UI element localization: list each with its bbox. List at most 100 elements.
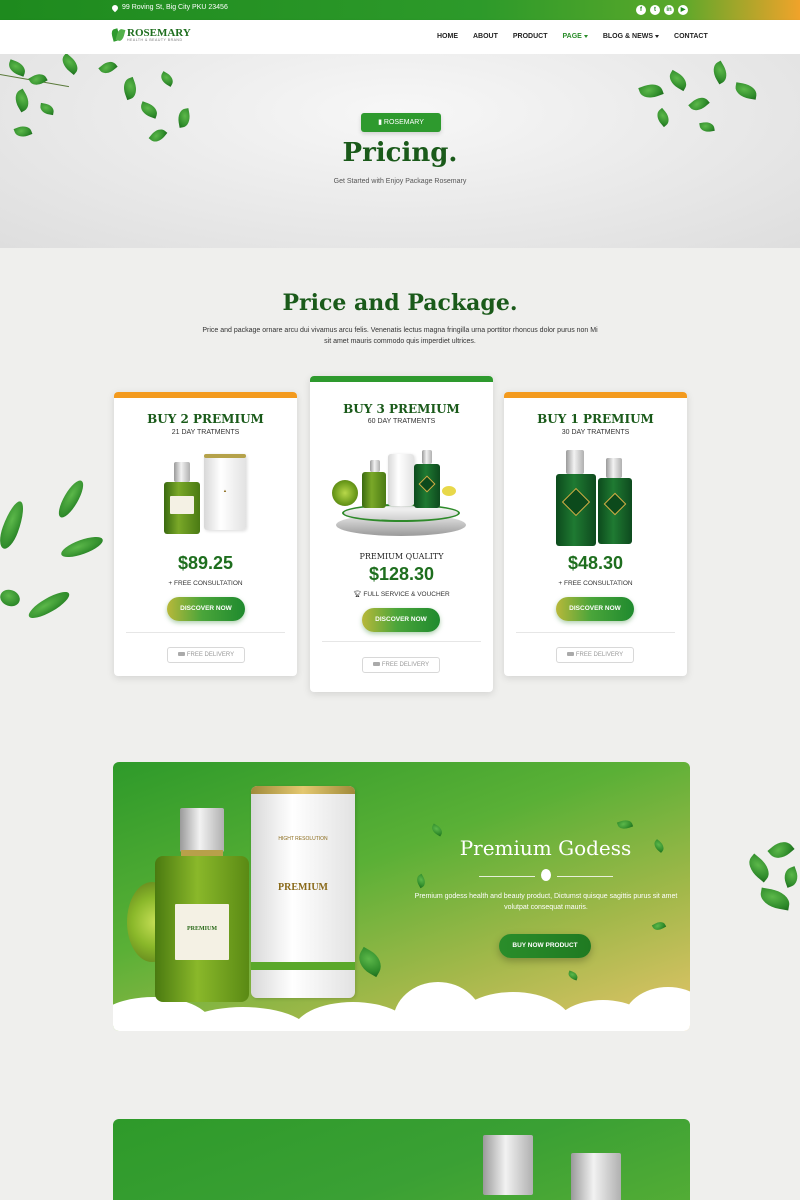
nav-item-page[interactable]: PAGE: [563, 33, 588, 40]
banner-title: Premium Godess: [459, 836, 632, 860]
plan-name: BUY 2 PREMIUM: [147, 412, 264, 426]
discover-now-button[interactable]: DISCOVER NOW: [556, 597, 634, 621]
lemon-slice: [442, 486, 456, 496]
leaf-decoration: [781, 866, 800, 888]
free-delivery-button[interactable]: FREE DELIVERY: [167, 647, 245, 663]
plan-price: $128.30: [368, 564, 435, 584]
leaf-decoration: [638, 80, 664, 102]
hero-badge: ▮ ROSEMARY: [361, 113, 441, 132]
nav-item-page-label: PAGE: [562, 33, 582, 40]
chevron-down-icon: [655, 34, 660, 38]
bottle-label-text: PREMIUM: [187, 926, 217, 932]
trophy-icon: 🏆︎: [353, 591, 362, 598]
plan-price: $89.25: [177, 553, 234, 573]
plan-days: 60 DAY TRATMENTS: [367, 418, 436, 425]
nav-item-blog-label: BLOG & NEWS: [602, 33, 654, 40]
nav-item-contact[interactable]: CONTACT: [674, 33, 708, 40]
section-title: Price and Package.: [282, 290, 518, 316]
leaf-decoration: [138, 101, 160, 119]
free-delivery-button[interactable]: FREE DELIVERY: [556, 647, 634, 663]
leaf-decoration: [98, 58, 118, 77]
banner-description: Premium godess health and beauty product…: [414, 893, 678, 911]
leaf-decoration: [733, 82, 759, 100]
bottle-cap: [483, 1135, 533, 1195]
brand-name: ROSEMARY: [127, 27, 191, 39]
plan-quality: PREMIUM QUALITY: [359, 552, 444, 561]
delivery-text: FREE DELIVERY: [381, 662, 430, 668]
leaf-decoration: [0, 498, 29, 552]
leaf-decoration: [28, 70, 48, 89]
nav-item-blog-news[interactable]: BLOG & NEWS: [602, 33, 660, 40]
box-label: PREMIUM: [278, 882, 328, 893]
banner-divider-right: [557, 876, 613, 877]
linkedin-icon[interactable]: in: [664, 5, 674, 15]
bottle-cap: [422, 450, 432, 464]
leaf-decoration: [11, 88, 33, 113]
plan-extra-text: FULL SERVICE & VOUCHER: [363, 591, 450, 598]
plan-days: 21 DAY TRATMENTS: [171, 429, 240, 436]
truck-icon: [177, 652, 185, 657]
leaf-decoration: [58, 532, 106, 562]
hero-badge-text: ROSEMARY: [383, 119, 424, 126]
leaf-decoration: [616, 817, 634, 832]
pricing-card-buy-1: BUY 1 PREMIUM 30 DAY TRATMENTS $48.30 + …: [504, 392, 687, 676]
bottle-label: [170, 496, 194, 514]
nav-item-about[interactable]: ABOUT: [473, 33, 498, 40]
leaf-decoration: [651, 919, 667, 933]
leaf-decoration: [567, 970, 579, 981]
truck-icon: [566, 652, 574, 657]
plan-name: BUY 1 PREMIUM: [537, 412, 654, 426]
product-box: [388, 454, 414, 506]
page-subtitle: Get Started with Enjoy Package Rosemary: [333, 178, 467, 185]
leaf-decoration: [54, 477, 88, 521]
buy-now-button[interactable]: BUY NOW PRODUCT: [499, 934, 591, 958]
leaf-decoration: [6, 59, 28, 77]
delivery-text: FREE DELIVERY: [186, 652, 235, 658]
pricing-card-buy-3: BUY 3 PREMIUM 60 DAY TRATMENTS PREMIUM Q…: [310, 376, 493, 692]
leaf-decoration: [688, 93, 710, 115]
twitter-icon[interactable]: t: [650, 5, 660, 15]
bottle-cap: [571, 1153, 621, 1200]
leaf-decoration: [653, 107, 673, 128]
leaf-decoration: [39, 102, 55, 116]
leaf-decoration: [120, 76, 140, 101]
page-hero: ▮ ROSEMARY Pricing. Get Started with Enj…: [0, 54, 800, 248]
bottle-cap: [606, 458, 622, 478]
card-divider: [322, 641, 481, 642]
brand-logo[interactable]: ROSEMARY HEALTH & BEAUTY BRAND: [112, 27, 191, 43]
leaf-decoration: [709, 60, 731, 85]
banner-divider-left: [479, 876, 535, 877]
nav-menu: HOME ABOUT PRODUCT PAGE BLOG & NEWS CONT…: [437, 33, 723, 40]
social-links: f t in ▶: [636, 5, 688, 15]
kiwi-slice: [332, 480, 358, 506]
brand-tagline: HEALTH & BEAUTY BRAND: [127, 38, 183, 42]
map-pin-icon: [110, 3, 120, 12]
nav-item-home[interactable]: HOME: [437, 33, 458, 40]
leaf-decoration: [414, 873, 428, 889]
plan-extra: + FREE CONSULTATION: [558, 580, 633, 587]
free-delivery-button[interactable]: FREE DELIVERY: [362, 657, 440, 673]
leaf-decoration: [0, 587, 23, 609]
card-divider: [126, 632, 285, 633]
nav-item-product[interactable]: PRODUCT: [513, 33, 548, 40]
address-text: 99 Roving St, Big City PKU 23456: [122, 4, 228, 11]
leaf-decoration: [58, 54, 82, 76]
box-gold-rim: [204, 454, 246, 458]
promo-banner: PREMIUM HIGHT RESOLUTION PREMIUM Premium…: [113, 762, 690, 1031]
leaf-decoration: [429, 823, 445, 837]
leaf-logo-icon: [112, 28, 124, 42]
leaf-decoration: [158, 71, 176, 87]
leaf-decoration: [25, 587, 73, 623]
discover-now-button[interactable]: DISCOVER NOW: [167, 597, 245, 621]
box-label: ▲: [223, 488, 227, 493]
leaf-decoration: [743, 853, 775, 883]
facebook-icon[interactable]: f: [636, 5, 646, 15]
leaf-icon: [541, 869, 551, 881]
truck-icon: [372, 662, 380, 667]
youtube-icon[interactable]: ▶: [678, 5, 688, 15]
plan-days: 30 DAY TRATMENTS: [561, 429, 630, 436]
page-title: Pricing.: [342, 138, 458, 168]
plan-extra: + FREE CONSULTATION: [168, 580, 243, 587]
discover-now-button[interactable]: DISCOVER NOW: [362, 608, 440, 632]
box-gold-rim: [251, 786, 355, 794]
